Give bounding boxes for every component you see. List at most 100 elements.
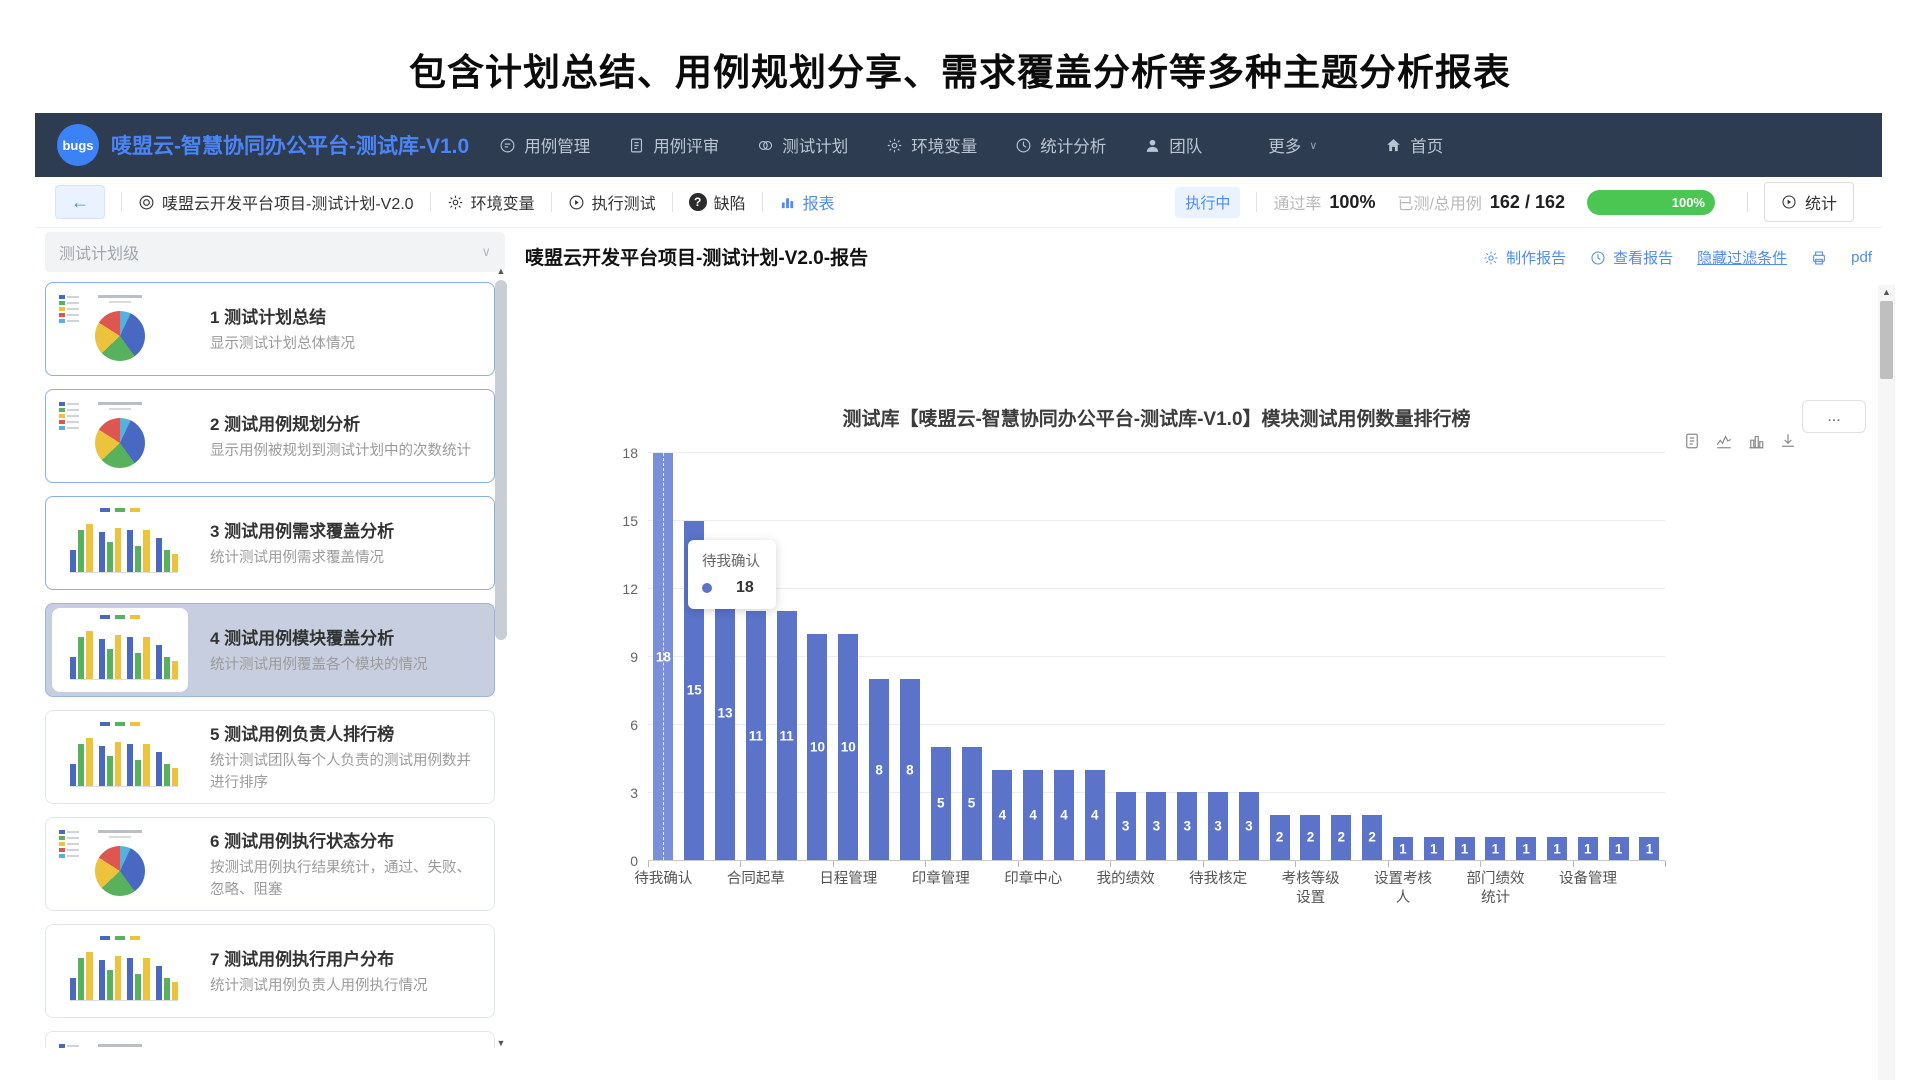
make-report-link[interactable]: 制作报告 <box>1483 247 1566 268</box>
card-desc: 按测试用例执行结果统计，通过、失败、忽略、阻塞 <box>210 858 484 902</box>
bar[interactable]: 4 <box>992 770 1012 860</box>
divider <box>762 192 763 212</box>
bar-value-label: 1 <box>1430 841 1438 856</box>
print-button[interactable] <box>1811 250 1827 266</box>
bar[interactable]: 11 <box>777 611 797 860</box>
bar[interactable]: 1 <box>1485 837 1505 860</box>
report-card-3[interactable]: 3 测试用例需求覆盖分析 统计测试用例需求覆盖情况 <box>45 496 495 590</box>
bar[interactable]: 1 <box>1547 837 1567 860</box>
bar[interactable]: 2 <box>1362 815 1382 860</box>
bar-value-label: 8 <box>875 762 883 777</box>
app-logo[interactable]: bugs <box>57 124 99 166</box>
app-title: 唛盟云-智慧协同办公平台-测试库-V1.0 <box>111 130 469 160</box>
bar-thumbnail <box>56 612 184 688</box>
bar[interactable]: 18 <box>653 453 673 860</box>
report-card-1[interactable]: 1 测试计划总结 显示测试计划总体情况 <box>45 282 495 376</box>
bar[interactable]: 13 <box>715 566 735 860</box>
bar-value-label: 4 <box>1091 807 1099 822</box>
bar[interactable]: 3 <box>1208 792 1228 860</box>
scrollbar-thumb[interactable] <box>1880 301 1893 379</box>
bar[interactable]: 3 <box>1116 792 1136 860</box>
bar[interactable]: 5 <box>962 747 982 860</box>
nav-item-env-variable[interactable]: 环境变量 <box>886 133 977 157</box>
bar[interactable]: 1 <box>1639 837 1659 860</box>
case-review-icon <box>628 137 645 154</box>
bar[interactable]: 2 <box>1300 815 1320 860</box>
bar[interactable]: 1 <box>1424 837 1444 860</box>
report-card-4-selected[interactable]: 4 测试用例模块覆盖分析 统计测试用例覆盖各个模块的情况 <box>45 603 495 697</box>
page-scrollbar[interactable]: ▲ <box>1878 285 1895 1080</box>
x-axis-tick <box>1480 861 1481 867</box>
bar-slot: 3 <box>1233 453 1264 860</box>
run-test-button[interactable]: 执行测试 <box>568 190 656 214</box>
x-axis-tick <box>1295 861 1296 867</box>
download-icon[interactable] <box>1779 432 1797 450</box>
view-report-link[interactable]: 查看报告 <box>1590 247 1673 268</box>
nav-item-case-manage[interactable]: 用例管理 <box>499 133 590 157</box>
bar-value-label: 1 <box>1522 841 1530 856</box>
report-card-5[interactable]: 5 测试用例负责人排行榜 统计测试团队每个人负责的测试用例数并进行排序 <box>45 710 495 804</box>
nav-item-test-plan[interactable]: 测试计划 <box>757 133 848 157</box>
bar[interactable]: 2 <box>1331 815 1351 860</box>
bar[interactable]: 1 <box>1609 837 1629 860</box>
target-icon <box>138 194 155 211</box>
bar[interactable]: 3 <box>1239 792 1259 860</box>
sidebar-scrollbar[interactable]: ▲ ▼ <box>494 266 508 1048</box>
bar[interactable]: 11 <box>746 611 766 860</box>
defect-button[interactable]: ? 缺陷 <box>689 190 746 214</box>
more-options-button[interactable]: ... <box>1802 400 1866 433</box>
env-variable-button[interactable]: 环境变量 <box>447 190 535 214</box>
report-tab[interactable]: 报表 <box>779 190 835 214</box>
report-card-7[interactable]: 7 测试用例执行用户分布 统计测试用例负责人用例执行情况 <box>45 924 495 1018</box>
plan-level-select[interactable]: 测试计划级 ∨ <box>45 232 505 272</box>
scroll-down-icon[interactable]: ▼ <box>494 1038 508 1048</box>
bar[interactable]: 4 <box>1023 770 1043 860</box>
bar-value-label: 2 <box>1307 830 1315 845</box>
back-button[interactable]: ← <box>55 185 105 219</box>
data-view-icon[interactable] <box>1683 432 1701 450</box>
bar-chart-icon <box>779 194 796 211</box>
divider <box>1256 192 1257 212</box>
bar[interactable]: 3 <box>1146 792 1166 860</box>
bar[interactable]: 1 <box>1516 837 1536 860</box>
nav-item-team[interactable]: 团队 <box>1144 133 1202 157</box>
page: 包含计划总结、用例规划分享、需求覆盖分析等多种主题分析报表 bugs 唛盟云-智… <box>0 0 1920 1080</box>
report-card-6[interactable]: 6 测试用例执行状态分布 按测试用例执行结果统计，通过、失败、忽略、阻塞 <box>45 817 495 911</box>
bar[interactable]: 4 <box>1085 770 1105 860</box>
nav-item-stats-analysis[interactable]: 统计分析 <box>1015 133 1106 157</box>
bar[interactable]: 8 <box>869 679 889 860</box>
pdf-link[interactable]: pdf <box>1851 249 1872 266</box>
bar[interactable]: 10 <box>838 634 858 860</box>
bar[interactable]: 1 <box>1393 837 1413 860</box>
bar[interactable]: 10 <box>807 634 827 860</box>
nav-item-more[interactable]: 更多 ∨ <box>1268 133 1317 157</box>
bar[interactable]: 2 <box>1270 815 1290 860</box>
tested-label: 已测/总用例 <box>1397 190 1481 214</box>
bar[interactable]: 3 <box>1177 792 1197 860</box>
scroll-up-icon[interactable]: ▲ <box>494 266 508 276</box>
nav-item-home[interactable]: 首页 <box>1385 133 1443 157</box>
nav-label: 测试计划 <box>782 133 848 157</box>
line-chart-icon[interactable] <box>1715 432 1733 450</box>
bar[interactable]: 8 <box>900 679 920 860</box>
divider <box>121 192 122 212</box>
divider <box>430 192 431 212</box>
bar-value-label: 11 <box>780 728 794 743</box>
bar[interactable]: 1 <box>1455 837 1475 860</box>
card-desc: 显示用例被规划到测试计划中的次数统计 <box>210 441 484 463</box>
scrollbar-thumb[interactable] <box>495 280 507 640</box>
stats-button[interactable]: 统计 <box>1764 182 1854 222</box>
bar[interactable]: 4 <box>1054 770 1074 860</box>
x-axis-label: 合同起草 <box>727 870 785 889</box>
nav-item-case-review[interactable]: 用例评审 <box>628 133 719 157</box>
project-selector[interactable]: 唛盟云开发平台项目-测试计划-V2.0 <box>138 190 414 214</box>
report-card-2[interactable]: 2 测试用例规划分析 显示用例被规划到测试计划中的次数统计 <box>45 389 495 483</box>
bar[interactable]: 1 <box>1578 837 1598 860</box>
bar-chart-icon[interactable] <box>1747 432 1765 450</box>
stats-label: 统计 <box>1805 190 1837 214</box>
report-card-8[interactable]: 8 缺陷回归分布 <box>45 1031 495 1048</box>
scroll-up-icon[interactable]: ▲ <box>1878 287 1895 297</box>
bar[interactable]: 5 <box>931 747 951 860</box>
bar-slot: 3 <box>1203 453 1234 860</box>
hide-filter-link[interactable]: 隐藏过滤条件 <box>1697 247 1787 268</box>
